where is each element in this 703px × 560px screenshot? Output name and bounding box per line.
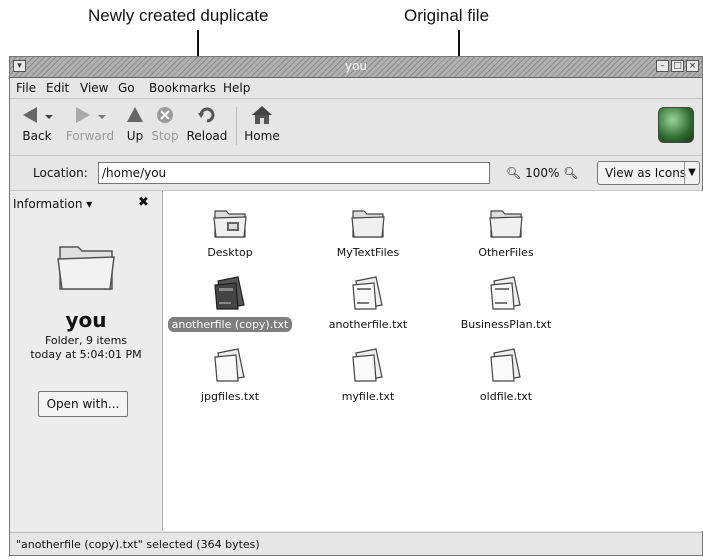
forward-button[interactable]: Forward [62,105,118,143]
minimize-icon[interactable]: – [656,60,669,72]
home-button[interactable]: Home [242,105,282,143]
location-bar: Location: /home/you 🔍︎ 100% 🔍︎ View as I… [10,156,702,191]
back-button[interactable]: Back [18,105,56,143]
status-bar: "anotherfile (copy).txt" selected (364 b… [10,532,702,557]
file-item-mytextfiles[interactable]: MyTextFiles [303,203,433,260]
menu-help[interactable]: Help [223,81,250,95]
reload-icon [198,107,215,123]
up-label: Up [126,129,144,143]
home-label: Home [244,129,280,143]
zoom-out-icon[interactable]: 🔍︎ [506,166,521,180]
reload-button[interactable]: Reload [182,105,232,143]
menu-bar: File Edit View Go Bookmarks Help [10,78,702,99]
window-title: you [344,59,368,73]
file-label: MyTextFiles [336,246,400,259]
icon-view[interactable]: Desktop MyTextFiles OtherFiles anotherfi… [163,191,703,531]
callout-newly-created-duplicate: Newly created duplicate [88,6,269,25]
status-text: "anotherfile (copy).txt" selected (364 b… [16,538,260,551]
back-label: Back [22,129,52,143]
blank-file-icon [490,348,521,382]
sidebar-type-select[interactable]: Information ▾ [13,197,92,211]
file-label: myfile.txt [341,390,395,403]
close-icon[interactable]: × [686,60,699,72]
file-label: OtherFiles [478,246,534,259]
file-label: Desktop [207,246,253,259]
menu-view[interactable]: View [80,81,108,95]
stop-label: Stop [151,129,179,143]
menu-edit[interactable]: Edit [46,81,69,95]
zoom-in-icon[interactable]: 🔍︎ [563,166,578,180]
forward-label: Forward [65,129,115,143]
folder-name: you [65,308,107,332]
text-file-icon [352,276,383,310]
file-item-otherfiles[interactable]: OtherFiles [441,203,571,260]
sidebar-type-label: Information [13,197,83,211]
view-as-label: View as Icons [605,166,687,180]
zoom-level[interactable]: 100% [525,166,559,180]
zoom-control: 🔍︎ 100% 🔍︎ [506,166,578,180]
callout-original-file: Original file [404,6,490,25]
chevron-down-icon: ▼ [684,162,699,184]
file-label: anotherfile.txt [328,318,408,331]
menu-go[interactable]: Go [118,81,135,95]
home-icon [252,106,272,124]
maximize-icon[interactable]: □ [671,60,684,72]
menu-file[interactable]: File [16,81,36,95]
location-input[interactable]: /home/you [98,162,490,184]
file-item-anotherfile[interactable]: anotherfile.txt [303,275,433,332]
toolbar: Back Forward Up Stop Reload Home [10,99,702,156]
folder-icon [489,210,523,238]
close-sidebar-icon[interactable]: ✖ [138,195,149,210]
up-arrow-icon [127,107,143,122]
chevron-down-icon: ▾ [86,197,93,211]
blank-file-icon [214,348,245,382]
folder-icon [351,210,385,238]
location-label: Location: [33,166,88,180]
file-label: BusinessPlan.txt [460,318,552,331]
toolbar-separator [236,107,237,145]
text-file-icon-selected [214,276,245,310]
stop-icon [157,107,173,123]
file-label: anotherfile (copy).txt [167,317,293,332]
file-item-businessplan[interactable]: BusinessPlan.txt [441,275,571,332]
menu-bookmarks[interactable]: Bookmarks [149,81,216,95]
stop-button[interactable]: Stop [150,105,180,143]
file-item-myfile[interactable]: myfile.txt [303,347,433,404]
desktop-folder-icon [213,210,247,238]
up-button[interactable]: Up [122,105,148,143]
activity-throbber-icon [658,107,694,143]
file-label: jpgfiles.txt [200,390,260,403]
file-label: oldfile.txt [479,390,533,403]
file-item-jpgfiles[interactable]: jpgfiles.txt [165,347,295,404]
title-bar[interactable]: ▾ you – □ × [10,57,702,78]
information-sidebar: Information ▾ ✖ you Folder, 9 items toda… [10,191,163,531]
back-arrow-icon [23,107,53,123]
file-item-oldfile[interactable]: oldfile.txt [441,347,571,404]
folder-icon-large [57,246,115,290]
folder-modified: today at 5:04:01 PM [30,348,142,361]
blank-file-icon [352,348,383,382]
reload-label: Reload [186,129,228,143]
file-browser-window: ▾ you – □ × File Edit View Go Bookmarks … [9,56,703,556]
open-with-button[interactable]: Open with... [38,391,128,417]
view-as-select[interactable]: View as Icons ▼ [597,161,700,185]
file-item-desktop[interactable]: Desktop [165,203,295,260]
folder-kind: Folder, 9 items [44,334,128,347]
forward-arrow-icon [76,107,106,123]
text-file-icon [490,276,521,310]
file-item-anotherfile-copy[interactable]: anotherfile (copy).txt [165,275,295,332]
